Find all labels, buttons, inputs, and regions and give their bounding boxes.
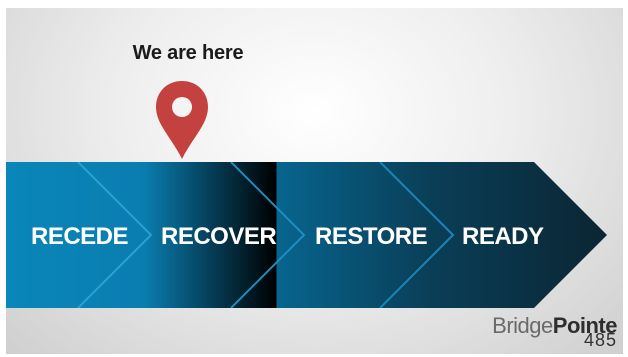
map-pin-shape [156,81,208,159]
step-recover: RECOVER [161,223,277,250]
map-pin-icon [156,81,208,159]
slide: We are here RECEDE RECOVER RESTORE READY… [6,8,623,354]
we-are-here-label: We are here [132,42,244,64]
step-ready: READY [462,223,544,250]
map-pin-hole [172,97,192,117]
step-recede: RECEDE [31,223,129,250]
step-restore: RESTORE [315,223,428,250]
brand-name-light: Bridge [492,313,553,338]
brand-logo: BridgePointe 485 [492,313,617,350]
